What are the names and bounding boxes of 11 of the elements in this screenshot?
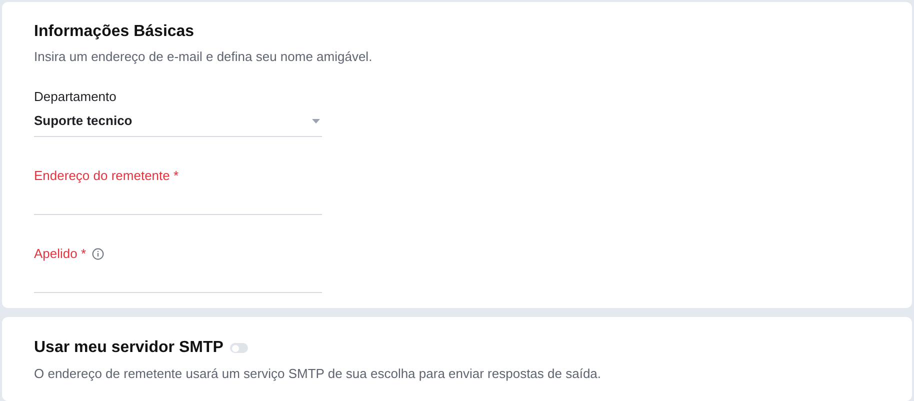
department-select[interactable]: Suporte tecnico — [34, 106, 322, 136]
section-description: O endereço de remetente usará um serviço SMTP de sua escolha para enviar respostas de saída. — [34, 365, 602, 383]
section-title: Informações Básicas — [34, 22, 196, 42]
field-label: Departamento — [34, 88, 116, 106]
caret-icon — [312, 118, 320, 124]
field-label: Endereço do remetente * — [34, 166, 179, 185]
info-icon[interactable] — [92, 248, 104, 260]
smtp-toggle[interactable] — [230, 343, 248, 353]
field-label: Apelido * — [34, 244, 86, 263]
section-title: Usar meu servidor SMTP — [34, 338, 224, 358]
section-subtitle: Insira um endereço de e-mail e defina seu nome amigável. — [34, 48, 374, 66]
